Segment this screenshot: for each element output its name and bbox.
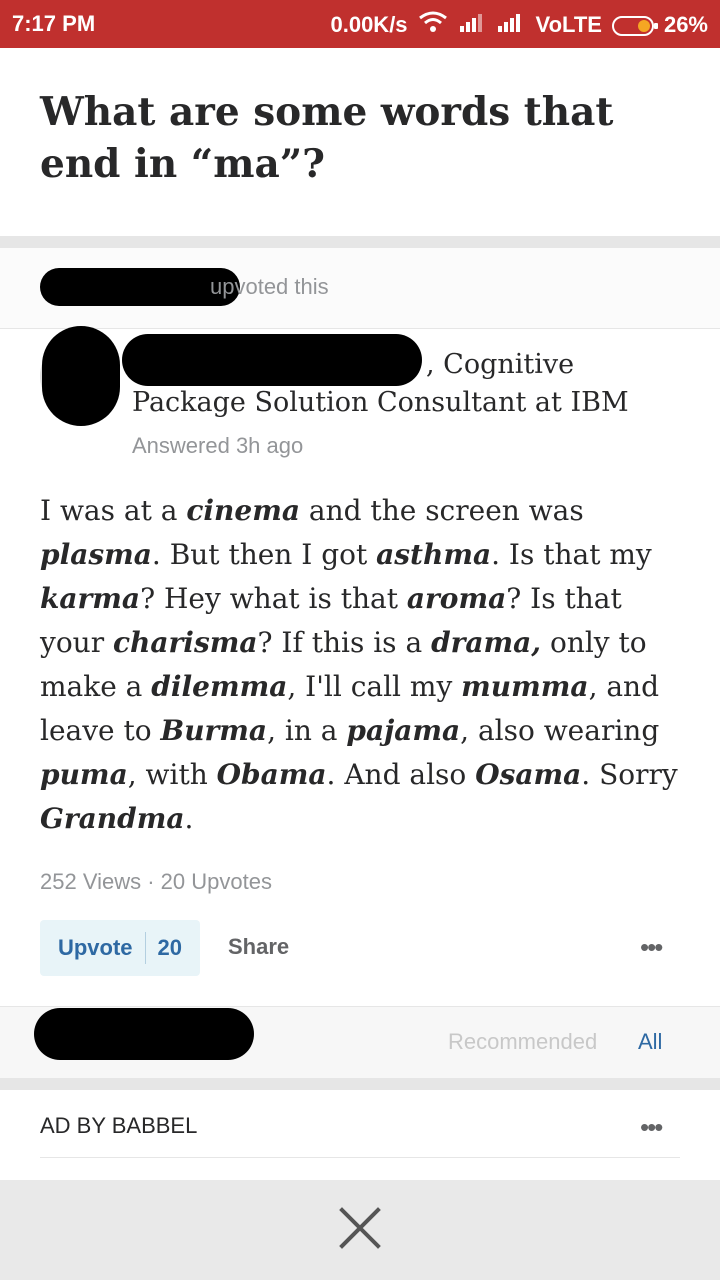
answer-text: . Is that my xyxy=(491,538,652,571)
wifi-icon xyxy=(418,11,448,39)
section-divider xyxy=(0,236,720,248)
signal-icon-2 xyxy=(496,12,526,38)
answer-word-highlight: pajama xyxy=(346,714,461,747)
battery-icon xyxy=(611,15,658,36)
more-options-icon[interactable]: ••• xyxy=(640,932,663,963)
status-bar: 7:17 PM 0.00K/s VoLTE 26% xyxy=(0,0,720,48)
answer-text: ? Hey what is that xyxy=(140,582,407,615)
answer-word-highlight: Obama xyxy=(216,758,327,791)
answer-text: ? If this is a xyxy=(257,626,432,659)
network-type: VoLTE xyxy=(535,12,602,37)
answer-text: . But then I got xyxy=(151,538,377,571)
ad-label: AD BY BABBEL xyxy=(40,1113,198,1138)
ad-more-icon[interactable]: ••• xyxy=(640,1112,663,1143)
close-icon[interactable] xyxy=(338,1206,382,1250)
answer-word-highlight: dilemma xyxy=(151,670,288,703)
upvote-button[interactable]: Upvote 20 xyxy=(40,920,200,976)
question-title[interactable]: What are some words that end in “ma”? xyxy=(40,86,690,190)
answer-word-highlight: charisma xyxy=(113,626,258,659)
status-time: 7:17 PM xyxy=(12,11,96,36)
signal-icon xyxy=(458,12,486,38)
battery-level: 26% xyxy=(663,12,708,37)
answer-text: . And also xyxy=(326,758,476,791)
share-button[interactable]: Share xyxy=(228,934,289,960)
redacted-author-name xyxy=(122,334,422,386)
answer-text: , I'll call my xyxy=(287,670,462,703)
answer-word-highlight: Burma xyxy=(160,714,268,747)
answer-body: I was at a cinema and the screen was pla… xyxy=(40,489,690,841)
activity-text: upvoted this xyxy=(210,274,329,299)
answer-word-highlight: Grandma xyxy=(40,802,185,835)
answered-time: Answered 3h ago xyxy=(132,433,304,458)
answer-word-highlight: Osama xyxy=(475,758,582,791)
redacted-avatar xyxy=(42,326,120,426)
answer-word-highlight: mumma xyxy=(461,670,589,703)
answer-stats[interactable]: 252 Views · 20 Upvotes xyxy=(40,869,272,895)
all-filter[interactable]: All xyxy=(638,1029,662,1055)
answer-text: , in a xyxy=(267,714,347,747)
answer-word-highlight: karma xyxy=(40,582,141,615)
answer-word-highlight: puma xyxy=(40,758,128,791)
status-right: 0.00K/s VoLTE 26% xyxy=(330,11,708,39)
answer-text: , with xyxy=(127,758,217,791)
upvote-count: 20 xyxy=(157,935,183,960)
credential-line-2: Package Solution Consultant at IBM xyxy=(132,387,629,418)
answer-word-highlight: drama, xyxy=(431,626,542,659)
answer-text: I was at a xyxy=(40,494,187,527)
network-speed: 0.00K/s xyxy=(330,12,408,37)
answer-word-highlight: asthma xyxy=(376,538,492,571)
answer-text: . Sorry xyxy=(581,758,678,791)
answer-text: . xyxy=(184,802,194,835)
recommended-filter[interactable]: Recommended xyxy=(448,1029,597,1055)
answer-word-highlight: aroma xyxy=(406,582,507,615)
answer-text: and the screen was xyxy=(299,494,584,527)
redacted-comment-avatar xyxy=(34,1008,254,1060)
section-divider-2 xyxy=(0,1078,720,1090)
answer-word-highlight: plasma xyxy=(40,538,152,571)
ad-divider xyxy=(40,1157,680,1158)
upvote-label: Upvote xyxy=(57,935,133,960)
answer-text: , also wearing xyxy=(460,714,660,747)
answer-word-highlight: cinema xyxy=(186,494,300,527)
